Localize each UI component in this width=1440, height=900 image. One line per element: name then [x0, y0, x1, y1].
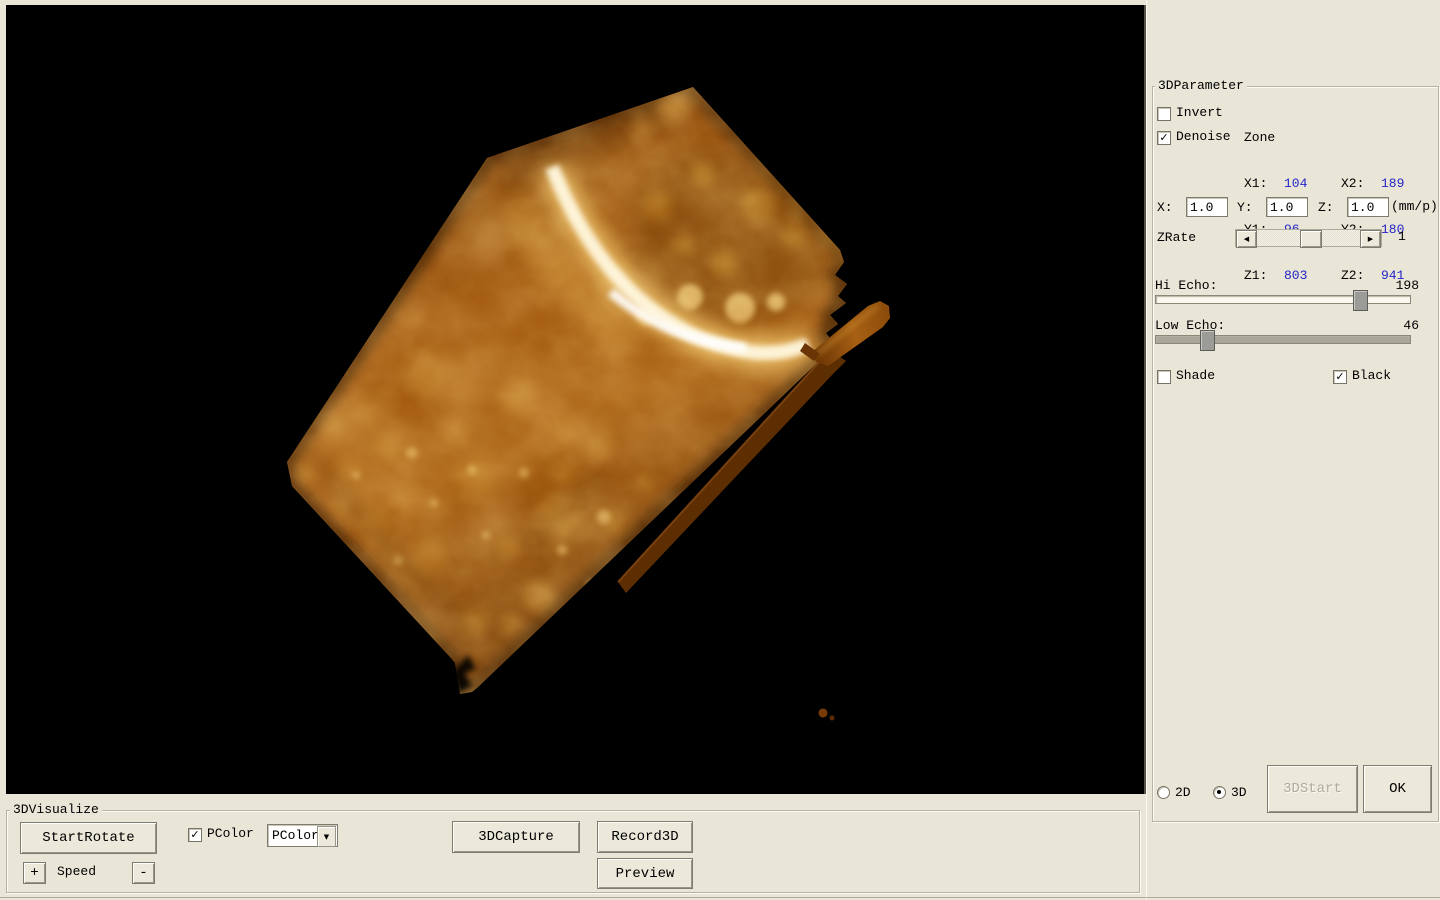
shade-checkbox[interactable]	[1157, 370, 1171, 384]
scale-unit-label: (mm/p)	[1391, 199, 1438, 214]
render-viewport[interactable]	[6, 5, 1146, 794]
mode-3d-label: 3D	[1231, 785, 1247, 800]
zrate-value: 1	[1398, 229, 1406, 244]
denoise-checkbox[interactable]: ✓	[1157, 131, 1171, 145]
denoise-label: Denoise	[1176, 129, 1231, 144]
shade-label: Shade	[1176, 368, 1215, 383]
right-arrow-icon: ▶	[1368, 235, 1373, 243]
window-bottom-edge	[0, 897, 1440, 898]
pcolor-dropdown-button[interactable]: ▼	[317, 826, 336, 847]
zone-x2-value: 189	[1381, 176, 1404, 192]
check-icon: ✓	[190, 829, 199, 840]
ok-button[interactable]: OK	[1363, 765, 1432, 813]
hi-echo-value: 198	[1377, 278, 1419, 293]
black-label: Black	[1352, 368, 1391, 383]
speed-plus-button[interactable]: +	[23, 862, 46, 884]
zone-x2-label: X2:	[1341, 176, 1381, 192]
mode-3d-radio[interactable]	[1213, 786, 1226, 799]
zone-x1-label: X1:	[1244, 176, 1284, 192]
hi-echo-slider-track[interactable]	[1155, 295, 1411, 304]
chevron-down-icon: ▼	[324, 833, 329, 841]
pcolor-dropdown-value: PColor	[272, 828, 319, 843]
zrate-scrollbar[interactable]: ◀ ▶	[1235, 229, 1382, 247]
pcolor-label: PColor	[207, 826, 254, 841]
zone-title: Zone	[1244, 130, 1416, 146]
start3d-button[interactable]: 3DStart	[1267, 765, 1358, 813]
pcolor-dropdown[interactable]: PColor ▼	[267, 824, 338, 847]
capture3d-button[interactable]: 3DCapture	[452, 821, 580, 853]
low-echo-slider-track[interactable]	[1155, 335, 1411, 344]
pcolor-checkbox[interactable]: ✓	[188, 828, 202, 842]
zrate-scroll-left-button[interactable]: ◀	[1236, 230, 1257, 248]
zone-x1-value: 104	[1284, 176, 1341, 192]
ultrasound-3d-render[interactable]	[6, 5, 1144, 794]
x-scale-label: X:	[1157, 200, 1173, 215]
mode-2d-radio[interactable]	[1157, 786, 1170, 799]
z-scale-input[interactable]	[1347, 197, 1389, 217]
hi-echo-slider-thumb[interactable]	[1353, 290, 1368, 311]
y-scale-input[interactable]	[1266, 197, 1308, 217]
x-scale-input[interactable]	[1186, 197, 1228, 217]
visualize-groupbox-title: 3DVisualize	[10, 803, 102, 817]
zone-z2-label: Z2:	[1341, 268, 1381, 284]
start-rotate-button[interactable]: StartRotate	[20, 822, 157, 854]
black-checkbox[interactable]: ✓	[1333, 370, 1347, 384]
invert-checkbox[interactable]	[1157, 107, 1171, 121]
application-window: 3DParameter Invert ✓ Denoise Zone X1:104…	[0, 0, 1440, 900]
zrate-label: ZRate	[1157, 230, 1196, 245]
y-scale-label: Y:	[1237, 200, 1253, 215]
low-echo-value: 46	[1377, 318, 1419, 333]
zrate-scrollbar-thumb[interactable]	[1300, 230, 1322, 248]
preview-button[interactable]: Preview	[597, 858, 693, 889]
mode-2d-label: 2D	[1175, 785, 1191, 800]
zone-z1-value: 803	[1284, 268, 1341, 284]
check-icon: ✓	[1159, 132, 1168, 143]
left-arrow-icon: ◀	[1244, 235, 1249, 243]
check-icon: ✓	[1335, 371, 1344, 382]
zone-row: X1:104X2:189	[1244, 176, 1416, 192]
zrate-scroll-right-button[interactable]: ▶	[1360, 230, 1381, 248]
z-scale-label: Z:	[1318, 200, 1334, 215]
zone-z1-label: Z1:	[1244, 268, 1284, 284]
record3d-button[interactable]: Record3D	[597, 821, 693, 853]
hi-echo-label: Hi Echo:	[1155, 278, 1217, 293]
low-echo-slider-thumb[interactable]	[1200, 330, 1215, 351]
speed-label: Speed	[57, 864, 96, 879]
invert-label: Invert	[1176, 105, 1223, 120]
speed-minus-button[interactable]: -	[132, 862, 155, 884]
param-groupbox-title: 3DParameter	[1155, 79, 1247, 93]
panel-divider	[1146, 0, 1147, 900]
